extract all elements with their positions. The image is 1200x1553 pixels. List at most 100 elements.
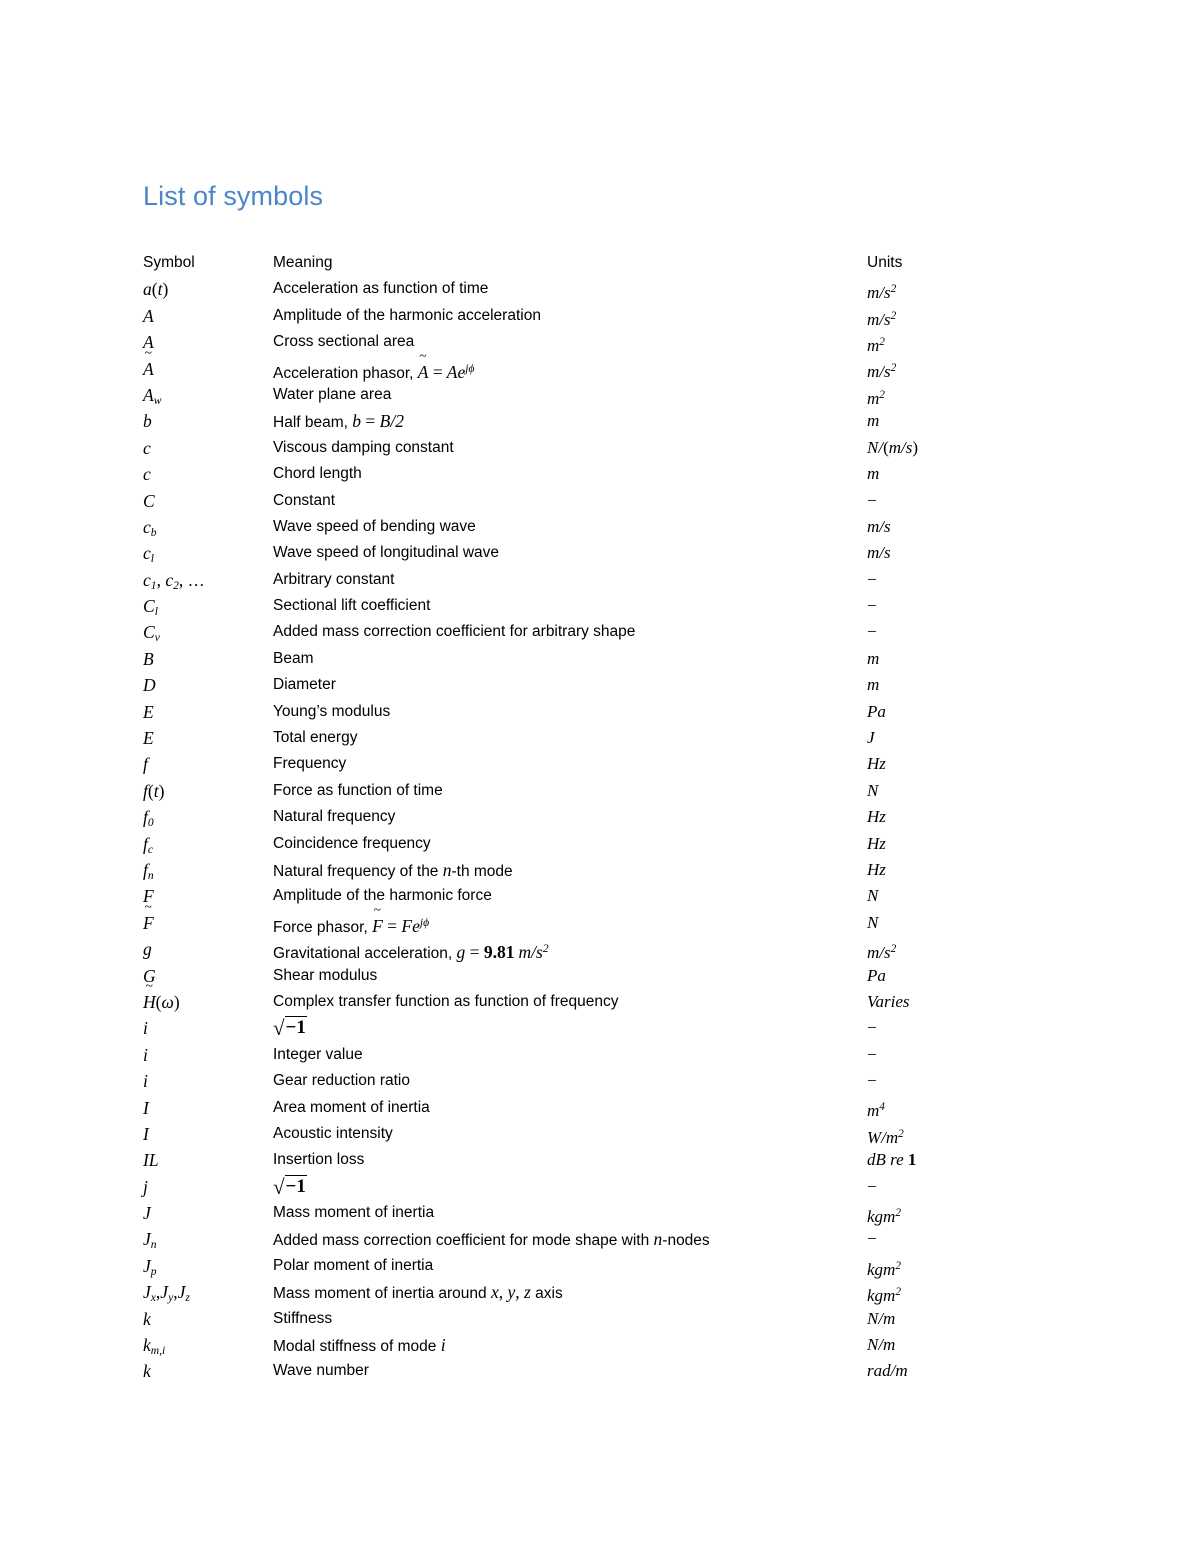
row-symbol: j	[143, 1176, 148, 1197]
table-row: Jp Polar moment of inertia kgm2	[143, 1253, 1043, 1279]
row-meaning: Wave number	[273, 1362, 369, 1380]
table-row: Cl Sectional lift coefficient −	[143, 593, 1043, 619]
row-symbol: b	[143, 411, 152, 432]
row-meaning: Beam	[273, 649, 314, 667]
table-row: i Gear reduction ratio −	[143, 1068, 1043, 1094]
row-units: N	[867, 912, 879, 932]
row-meaning: Frequency	[273, 755, 347, 773]
row-meaning: Mass moment of inertia	[273, 1204, 435, 1222]
row-symbol: c	[143, 464, 151, 485]
row-meaning: Complex transfer function as function of…	[273, 992, 619, 1010]
row-meaning: Area moment of inertia	[273, 1098, 430, 1116]
row-units: N/m	[867, 1308, 896, 1328]
row-units: Pa	[867, 965, 886, 985]
row-symbol: i	[143, 1071, 148, 1092]
table-row: c1, c2, … Arbitrary constant −	[143, 567, 1043, 593]
table-row: f(t) Force as function of time N	[143, 778, 1043, 804]
row-units: m/s	[867, 516, 891, 536]
row-symbol: E	[143, 728, 154, 749]
row-symbol: i	[143, 1018, 148, 1039]
row-symbol: D	[143, 675, 156, 696]
table-row: f Frequency Hz	[143, 751, 1043, 777]
row-symbol: B	[143, 648, 154, 669]
table-row: A Amplitude of the harmonic acceleration…	[143, 303, 1043, 329]
table-row: c Viscous damping constant N/(m/s)	[143, 435, 1043, 461]
table-row: H ~ (ω) Complex transfer function as funct…	[143, 978, 1043, 1015]
column-header-units: Units	[867, 254, 903, 271]
row-meaning: Chord length	[273, 465, 362, 483]
table-row: J Mass moment of inertia kgm2	[143, 1200, 1043, 1226]
row-symbol: E	[143, 701, 154, 722]
row-symbol: I	[143, 1097, 149, 1118]
row-units: −	[867, 622, 877, 642]
row-symbol: g	[143, 939, 152, 960]
row-symbol: A ~	[143, 345, 154, 379]
row-units: rad/m	[867, 1361, 908, 1381]
row-meaning: Insertion loss	[273, 1151, 365, 1169]
table-row: Jx,Jy,Jz Mass moment of inertia around x…	[143, 1279, 1043, 1305]
table-row: g Gravitational acceleration, g = 9.81 m/…	[143, 936, 1043, 962]
table-row: i Integer value −	[143, 1042, 1043, 1068]
row-meaning: Viscous damping constant	[273, 438, 454, 456]
table-row: cl Wave speed of longitudinal wave m/s	[143, 540, 1043, 566]
row-meaning: Half beam, b = B/2	[273, 411, 404, 432]
row-symbol: G	[143, 965, 156, 986]
table-row: f0 Natural frequency Hz	[143, 804, 1043, 830]
column-header-meaning: Meaning	[273, 254, 333, 271]
table-row: b Half beam, b = B/2 m	[143, 408, 1043, 434]
table-row: Jn Added mass correction coefficient for…	[143, 1226, 1043, 1252]
row-units: m	[867, 464, 880, 484]
row-units: m	[867, 648, 880, 668]
row-symbol: H ~ (ω)	[143, 978, 180, 1012]
table-row: A ~ Acceleration phasor, A ~ = Aejϕ m/s2	[143, 345, 1043, 382]
row-units: N/(m/s)	[867, 437, 919, 457]
row-meaning: Acoustic intensity	[273, 1124, 393, 1142]
table-row: E Total energy J	[143, 725, 1043, 751]
row-symbol: C	[143, 490, 155, 511]
table-row: cb Wave speed of bending wave m/s	[143, 514, 1043, 540]
table-row: B Beam m	[143, 646, 1043, 672]
row-units: m	[867, 411, 880, 431]
row-units: −	[867, 1071, 877, 1091]
table-row: i √−1 −	[143, 1015, 1043, 1041]
row-symbol: a(t)	[143, 279, 169, 300]
row-meaning: Force as function of time	[273, 781, 443, 799]
table-header-row: Symbol Meaning Units	[143, 250, 1043, 276]
row-meaning: Mass moment of inertia around x, y, z ax…	[273, 1282, 563, 1303]
table-row: j √−1 −	[143, 1174, 1043, 1200]
table-row: A Cross sectional area m2	[143, 329, 1043, 355]
table-row: I Area moment of inertia m4	[143, 1095, 1043, 1121]
document-page: List of symbols Symbol Meaning Units a(t…	[0, 0, 1200, 1553]
row-meaning: Coincidence frequency	[273, 834, 431, 852]
table-row: F ~ Force phasor, F ~ = Fejϕ N	[143, 900, 1043, 936]
row-symbol: IL	[143, 1150, 159, 1171]
row-units: −	[867, 569, 877, 589]
table-row: F Amplitude of the harmonic force N	[143, 883, 1043, 909]
row-symbol: F	[143, 886, 154, 907]
row-meaning: Added mass correction coefficient for ar…	[273, 623, 636, 641]
table-row: k Stiffness N/m	[143, 1306, 1043, 1332]
row-meaning: Integer value	[273, 1045, 363, 1063]
row-symbol: A	[143, 332, 154, 353]
row-meaning: Constant	[273, 491, 336, 509]
row-meaning: Natural frequency of the n-th mode	[273, 859, 513, 880]
row-symbol: i	[143, 1044, 148, 1065]
row-symbol: f	[143, 754, 148, 775]
row-units: −	[867, 1044, 877, 1064]
table-row: Aw Water plane area m2	[143, 382, 1043, 408]
row-units: −	[867, 596, 877, 616]
row-meaning: Natural frequency	[273, 808, 396, 826]
row-symbol: k	[143, 1308, 151, 1329]
row-units: Hz	[867, 833, 886, 853]
table-row: fn Natural frequency of the n-th mode Hz	[143, 857, 1043, 883]
row-units: −	[867, 490, 877, 510]
row-meaning: Young’s modulus	[273, 702, 391, 720]
row-meaning: Total energy	[273, 729, 358, 747]
row-meaning: Amplitude of the harmonic force	[273, 887, 492, 905]
table-row: Cv Added mass correction coefficient for…	[143, 619, 1043, 645]
row-meaning: Water plane area	[273, 385, 392, 403]
table-row: IL Insertion loss dB re 1	[143, 1147, 1043, 1173]
row-meaning: √−1	[273, 1016, 307, 1041]
table-row: D Diameter m	[143, 672, 1043, 698]
row-meaning: Amplitude of the harmonic acceleration	[273, 306, 541, 324]
